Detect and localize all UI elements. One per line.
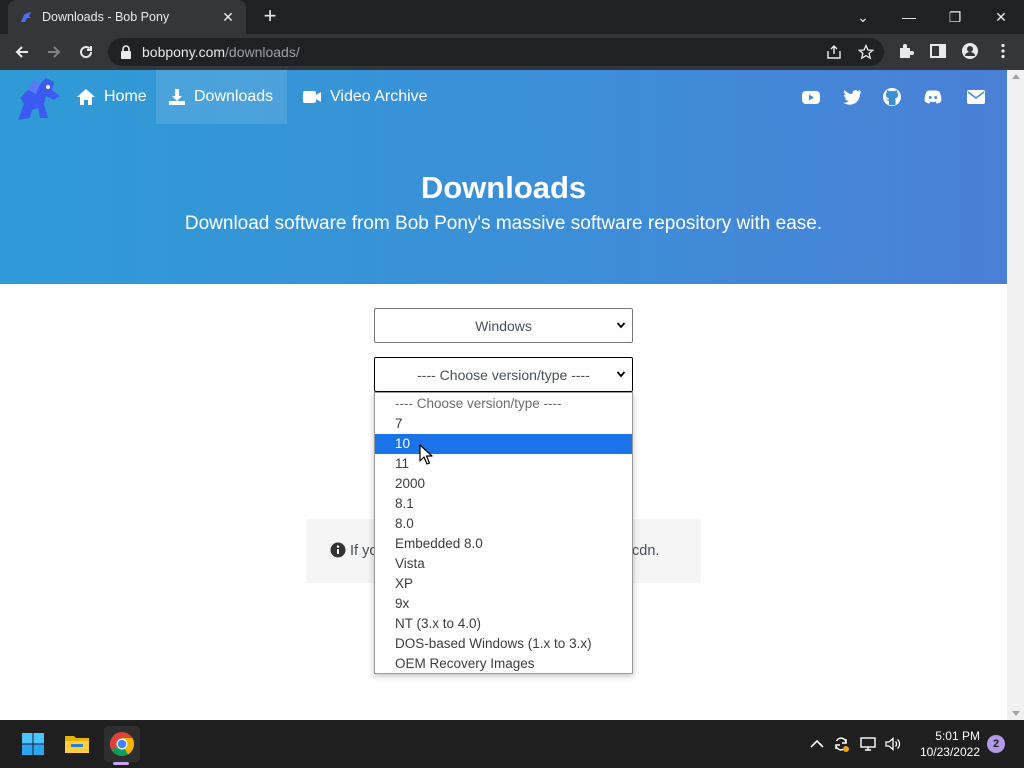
back-arrow-icon bbox=[15, 46, 28, 58]
nav-home[interactable]: Home bbox=[64, 70, 159, 124]
version-select-value: ---- Choose version/type ---- bbox=[417, 366, 590, 383]
profile-icon[interactable] bbox=[961, 42, 979, 60]
mouse-cursor-icon bbox=[419, 444, 433, 465]
browser-tab[interactable]: Downloads - Bob Pony ✕ bbox=[8, 0, 246, 34]
url-path: /downloads/ bbox=[225, 44, 300, 60]
home-icon bbox=[77, 89, 95, 105]
site-navbar: Home Downloads Video Archive bbox=[0, 70, 1007, 124]
restore-button[interactable]: ❐ bbox=[932, 0, 978, 34]
os-select-value: Windows bbox=[475, 317, 532, 334]
chevron-up-icon[interactable] bbox=[808, 735, 826, 753]
new-tab-button[interactable]: + bbox=[258, 5, 282, 28]
volume-icon[interactable] bbox=[884, 735, 902, 753]
windows-start-button[interactable] bbox=[18, 729, 48, 759]
dropdown-option-highlighted[interactable]: 10 bbox=[375, 434, 632, 454]
system-clock[interactable]: 5:01 PM 10/23/2022 bbox=[910, 728, 980, 760]
os-select[interactable]: Windows bbox=[374, 308, 633, 343]
dropdown-option[interactable]: OEM Recovery Images bbox=[375, 654, 632, 674]
active-app-indicator bbox=[113, 762, 129, 765]
dropdown-option[interactable]: Embedded 8.0 bbox=[375, 534, 632, 554]
email-icon[interactable] bbox=[966, 87, 986, 107]
dropdown-option[interactable]: DOS-based Windows (1.x to 3.x) bbox=[375, 634, 632, 654]
file-explorer-icon bbox=[65, 736, 89, 753]
windows-start-icon bbox=[22, 733, 44, 755]
dropdown-option[interactable]: 9x bbox=[375, 594, 632, 614]
dropdown-option[interactable]: NT (3.x to 4.0) bbox=[375, 614, 632, 634]
video-camera-icon bbox=[303, 91, 321, 103]
file-explorer-button[interactable] bbox=[62, 729, 92, 759]
twitter-icon[interactable] bbox=[842, 87, 862, 107]
reload-button[interactable] bbox=[72, 38, 100, 66]
dropdown-option[interactable]: 2000 bbox=[375, 474, 632, 494]
nav-downloads[interactable]: Downloads bbox=[156, 70, 287, 124]
dropdown-option[interactable]: 7 bbox=[375, 414, 632, 434]
browser-toolbar: bobpony.com/downloads/ bbox=[0, 34, 1024, 70]
youtube-icon[interactable] bbox=[801, 87, 821, 107]
nav-downloads-label: Downloads bbox=[194, 88, 274, 105]
windows-taskbar: 5:01 PM 10/23/2022 2 bbox=[0, 720, 1024, 768]
dropdown-option[interactable]: 8.1 bbox=[375, 494, 632, 514]
scroll-up-arrow-icon[interactable] bbox=[1012, 74, 1020, 79]
extensions-puzzle-icon[interactable] bbox=[897, 42, 915, 60]
browser-tab-strip: Downloads - Bob Pony ✕ + ⌄ — ❐ ✕ bbox=[0, 0, 1024, 34]
browser-menu-icon[interactable] bbox=[994, 42, 1012, 60]
network-icon[interactable] bbox=[859, 735, 877, 753]
forward-button[interactable] bbox=[40, 38, 68, 66]
info-icon bbox=[330, 542, 346, 558]
page-subtitle: Download software from Bob Pony's massiv… bbox=[184, 213, 823, 234]
bob-pony-logo[interactable] bbox=[10, 74, 62, 124]
clock-time: 5:01 PM bbox=[935, 729, 980, 743]
forward-arrow-icon bbox=[48, 46, 61, 58]
dropdown-option[interactable]: 11 bbox=[375, 454, 632, 474]
scroll-down-arrow-icon[interactable] bbox=[1012, 711, 1020, 716]
web-page: Home Downloads Video Archive Downloads D… bbox=[0, 70, 1007, 720]
download-icon bbox=[169, 89, 185, 105]
dropdown-option[interactable]: ---- Choose version/type ---- bbox=[375, 394, 632, 414]
tab-search-icon[interactable]: ⌄ bbox=[840, 0, 886, 34]
nav-video-archive-label: Video Archive bbox=[330, 88, 428, 105]
chrome-icon bbox=[110, 732, 135, 757]
nav-home-label: Home bbox=[104, 88, 147, 105]
notice-text-end: cdn. bbox=[632, 543, 660, 559]
address-bar[interactable]: bobpony.com/downloads/ bbox=[108, 38, 884, 66]
dropdown-option[interactable]: XP bbox=[375, 574, 632, 594]
discord-icon[interactable] bbox=[923, 87, 943, 107]
page-title: Downloads bbox=[420, 170, 587, 205]
github-icon[interactable] bbox=[882, 87, 902, 107]
page-scrollbar[interactable] bbox=[1007, 70, 1024, 720]
version-select[interactable]: ---- Choose version/type ---- bbox=[374, 357, 633, 392]
tab-title: Downloads - Bob Pony bbox=[42, 10, 170, 24]
back-button[interactable] bbox=[8, 38, 36, 66]
dropdown-option[interactable]: 8.0 bbox=[375, 514, 632, 534]
version-dropdown-list: ---- Choose version/type ---- 7 10 11 2000 8.… bbox=[374, 392, 633, 674]
reload-icon bbox=[80, 46, 93, 59]
chevron-down-icon bbox=[616, 322, 626, 329]
chrome-taskbar-button[interactable] bbox=[104, 726, 140, 762]
dropdown-option[interactable]: Vista bbox=[375, 554, 632, 574]
hero-banner: Home Downloads Video Archive Downloads D… bbox=[0, 70, 1007, 284]
bob-pony-favicon-icon bbox=[21, 12, 31, 22]
notification-badge[interactable]: 2 bbox=[987, 735, 1005, 753]
url-host: bobpony.com bbox=[142, 44, 226, 60]
close-window-button[interactable]: ✕ bbox=[978, 0, 1024, 34]
nav-video-archive[interactable]: Video Archive bbox=[290, 70, 440, 124]
lock-icon bbox=[121, 45, 131, 59]
tab-close-icon[interactable]: ✕ bbox=[220, 9, 236, 26]
share-icon[interactable] bbox=[826, 44, 842, 60]
side-panel-icon[interactable] bbox=[929, 42, 947, 60]
clock-date: 10/23/2022 bbox=[919, 745, 980, 759]
chevron-down-icon bbox=[616, 371, 626, 378]
minimize-button[interactable]: — bbox=[886, 0, 932, 34]
bookmark-star-icon[interactable] bbox=[858, 44, 874, 60]
sync-icon[interactable] bbox=[832, 735, 850, 753]
